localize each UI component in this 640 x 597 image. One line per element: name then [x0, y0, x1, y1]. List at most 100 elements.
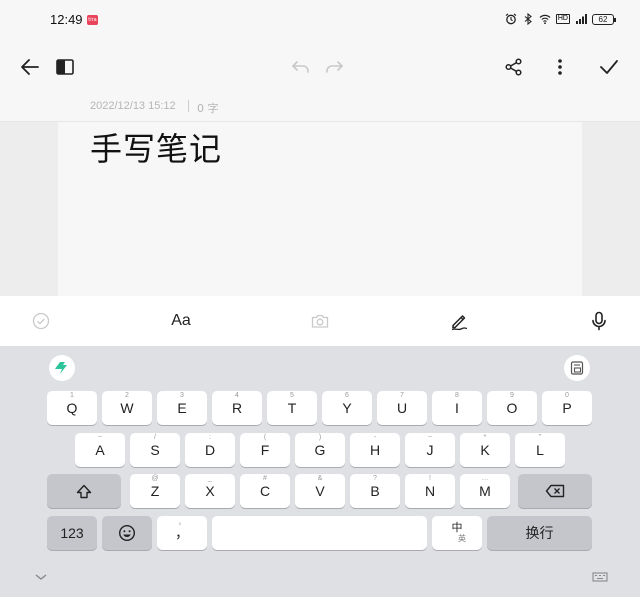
- key-z[interactable]: @ Z: [130, 474, 180, 508]
- hd-badge: HD: [555, 14, 570, 24]
- key-t[interactable]: 5T: [267, 391, 317, 425]
- key-sub-label: ~: [97, 434, 103, 441]
- language-switch-key[interactable]: 中 英: [432, 516, 482, 550]
- key-o[interactable]: 9O: [487, 391, 537, 425]
- key-p[interactable]: 0P: [542, 391, 592, 425]
- meta-divider: [188, 100, 189, 112]
- keyboard-switch-icon[interactable]: [592, 572, 608, 582]
- key-k[interactable]: * K: [460, 433, 510, 467]
- pen-icon: [451, 315, 468, 331]
- key-label: X: [205, 483, 215, 499]
- text-style-button[interactable]: Aa: [165, 308, 197, 334]
- note-title[interactable]: 手写笔记: [90, 124, 222, 170]
- key-l[interactable]: " L: [515, 433, 565, 467]
- checklist-button[interactable]: [30, 308, 52, 334]
- key-sub-label: ": [538, 434, 542, 441]
- key-label: G: [314, 442, 326, 458]
- key-y[interactable]: 6Y: [322, 391, 372, 425]
- shift-key[interactable]: [47, 474, 121, 508]
- key-c[interactable]: # C: [240, 474, 290, 508]
- sidebar-toggle-button[interactable]: [52, 54, 78, 80]
- key-sub-label: 7: [400, 392, 404, 399]
- wifi-icon: [539, 14, 551, 25]
- backspace-key[interactable]: [518, 474, 592, 508]
- char-count: 0 字: [197, 102, 219, 115]
- key-label: B: [370, 483, 380, 499]
- more-options-button[interactable]: [547, 54, 573, 80]
- key-sub-label: ?: [373, 475, 377, 482]
- key-label: M: [479, 483, 491, 499]
- key-sub-label: *: [483, 434, 487, 441]
- handwriting-button[interactable]: [448, 308, 470, 334]
- key-label: N: [424, 483, 436, 499]
- backspace-icon: [545, 484, 565, 498]
- soft-keyboard: 1Q2W3E4R5T6Y7U8I9O0P ~ A / S: D(F) G - H ~ J * K " L …: [0, 346, 640, 597]
- numbers-key[interactable]: 123: [47, 516, 97, 550]
- redo-button[interactable]: [321, 54, 347, 80]
- key-w[interactable]: 2W: [102, 391, 152, 425]
- more-vertical-icon: [558, 59, 562, 75]
- key-g[interactable]: ) G: [295, 433, 345, 467]
- key-label: C: [259, 483, 271, 499]
- key-sub-label: @: [151, 475, 159, 482]
- key-label: U: [396, 400, 408, 416]
- language-main-label: 中: [451, 522, 463, 534]
- space-key[interactable]: [212, 516, 427, 550]
- key-n[interactable]: ! N: [405, 474, 455, 508]
- camera-button[interactable]: [309, 308, 331, 334]
- key-a[interactable]: ~ A: [75, 433, 125, 467]
- key-label: D: [204, 442, 216, 458]
- key-sub-label: 2: [125, 392, 129, 399]
- key-sub-label: 4: [235, 392, 239, 399]
- undo-button[interactable]: [288, 54, 314, 80]
- key-m[interactable]: … M: [460, 474, 510, 508]
- key-label: S: [150, 442, 160, 458]
- comma-key[interactable]: 。 ，: [157, 516, 207, 550]
- key-label: E: [177, 400, 187, 416]
- key-q[interactable]: 1Q: [47, 391, 97, 425]
- key-label: W: [120, 400, 134, 416]
- key-label: J: [426, 442, 434, 458]
- keyboard-menu-button[interactable]: [49, 355, 75, 381]
- language-sub-label: 英: [458, 534, 466, 543]
- emoji-key[interactable]: [102, 516, 152, 550]
- status-time: 12:49: [50, 12, 83, 27]
- numbers-key-label: 123: [60, 525, 84, 541]
- key-x[interactable]: _ X: [185, 474, 235, 508]
- key-label: T: [287, 400, 297, 416]
- key-sub-label: _: [208, 475, 212, 482]
- key-sub-label: #: [263, 475, 267, 482]
- note-date: 2022/12/13 15:12: [90, 100, 176, 112]
- key-label: Q: [66, 400, 78, 416]
- edit-toolbar: Aa: [0, 296, 640, 346]
- collapse-keyboard-icon[interactable]: [34, 572, 48, 582]
- key-s[interactable]: / S: [130, 433, 180, 467]
- key-f[interactable]: (F: [240, 433, 290, 467]
- back-button[interactable]: [17, 54, 43, 80]
- key-d[interactable]: :D: [185, 433, 235, 467]
- key-h[interactable]: -H: [350, 433, 400, 467]
- key-sub-label: 3: [180, 392, 184, 399]
- key-b[interactable]: ? B: [350, 474, 400, 508]
- key-label: K: [480, 442, 490, 458]
- key-v[interactable]: & V: [295, 474, 345, 508]
- share-icon: [505, 58, 522, 76]
- enter-key[interactable]: 换行: [487, 516, 592, 550]
- key-sub-label: 1: [70, 392, 74, 399]
- key-u[interactable]: 7U: [377, 391, 427, 425]
- key-r[interactable]: 4R: [212, 391, 262, 425]
- key-label: O: [506, 400, 518, 416]
- key-e[interactable]: 3E: [157, 391, 207, 425]
- voice-input-button[interactable]: [588, 308, 610, 334]
- app-notification-icon: tira: [87, 15, 98, 25]
- redo-icon: [326, 61, 344, 73]
- key-sub-label: 8: [455, 392, 459, 399]
- clipboard-button[interactable]: [564, 355, 590, 381]
- key-sub-label: :: [209, 434, 211, 441]
- done-button[interactable]: [596, 54, 622, 80]
- share-button[interactable]: [501, 54, 527, 80]
- signal-icon: [576, 14, 587, 24]
- key-label: V: [315, 483, 325, 499]
- key-j[interactable]: ~ J: [405, 433, 455, 467]
- key-i[interactable]: 8I: [432, 391, 482, 425]
